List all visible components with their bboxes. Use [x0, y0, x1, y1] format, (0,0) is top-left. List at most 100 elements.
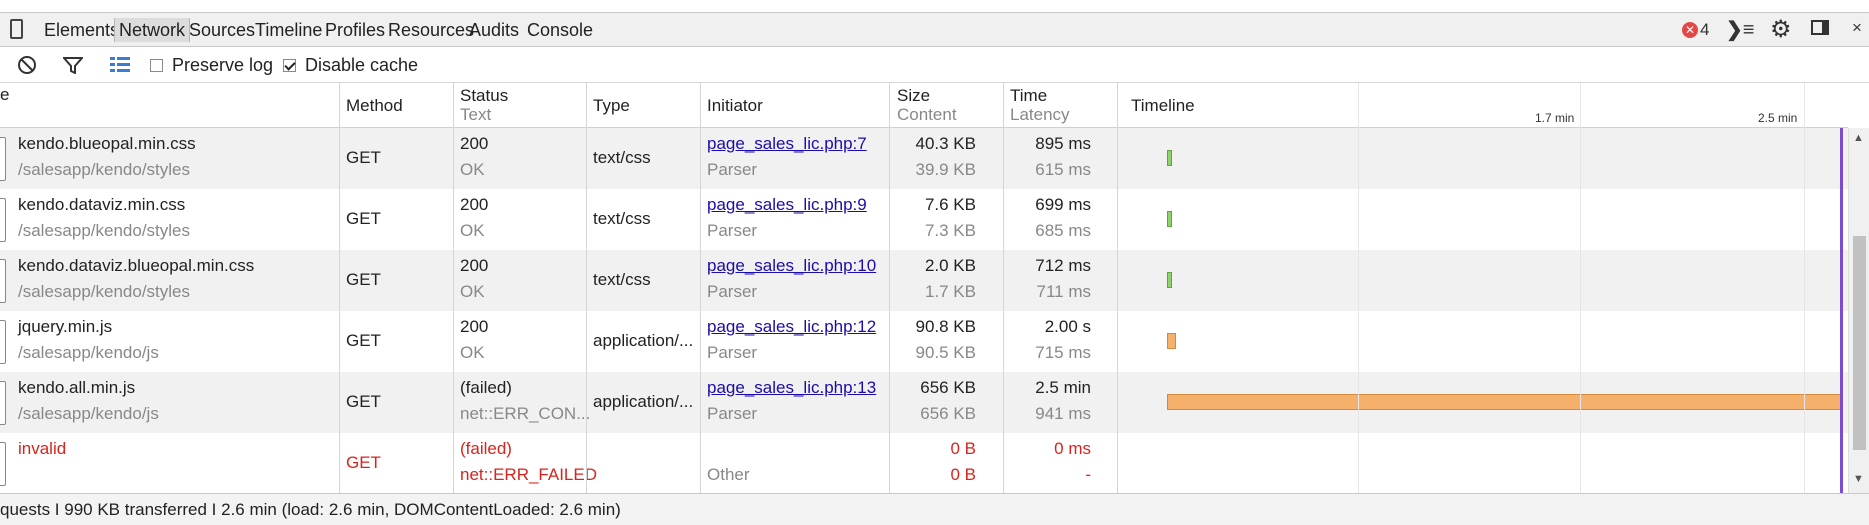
window-top-strip — [0, 0, 1869, 12]
column-divider[interactable] — [453, 83, 454, 493]
clear-icon[interactable] — [17, 55, 37, 75]
table-row[interactable]: kendo.dataviz.min.css/salesapp/kendo/sty… — [0, 189, 1848, 250]
request-initiator-link[interactable]: page_sales_lic.php:7 — [707, 134, 867, 154]
request-content-size: 1.7 KB — [924, 282, 976, 301]
request-initiator-type: Other — [707, 465, 750, 484]
table-row[interactable]: jquery.min.js/salesapp/kendo/js GET 200 OK a… — [0, 311, 1848, 372]
table-row[interactable]: kendo.blueopal.min.css/salesapp/kendo/st… — [0, 128, 1848, 189]
request-content-size: 90.5 KB — [915, 343, 977, 362]
disable-cache-checkbox[interactable] — [283, 59, 296, 72]
large-rows-icon[interactable] — [110, 57, 130, 72]
request-content-size: 39.9 KB — [915, 160, 977, 179]
table-row[interactable]: invalid GET (failed) net::ERR_FAILED Other 0 … — [0, 433, 1848, 494]
request-name[interactable]: kendo.dataviz.blueopal.min.css — [18, 256, 254, 276]
column-divider[interactable] — [889, 83, 890, 493]
column-header-status-sub[interactable]: Text — [460, 105, 491, 125]
request-latency: 685 ms — [1035, 221, 1091, 240]
request-status-text: net::ERR_FAILED — [460, 465, 598, 484]
request-name[interactable]: kendo.all.min.js — [18, 378, 135, 398]
column-header-type[interactable]: Type — [593, 96, 630, 116]
column-header-method[interactable]: Method — [346, 96, 403, 116]
column-header-size-sub[interactable]: Content — [897, 105, 957, 125]
column-header-time-sub[interactable]: Latency — [1010, 105, 1070, 125]
request-initiator-link[interactable]: page_sales_lic.php:10 — [707, 256, 876, 276]
file-icon — [0, 320, 6, 364]
tab-network[interactable]: Network — [114, 18, 191, 42]
request-type: text/css — [593, 148, 651, 167]
request-method: GET — [346, 392, 381, 411]
request-initiator-type: Parser — [707, 343, 758, 362]
request-latency: - — [1085, 465, 1091, 484]
file-icon — [0, 198, 6, 242]
request-size: 40.3 KB — [915, 134, 977, 153]
tab-audits[interactable]: Audits — [465, 18, 523, 42]
column-divider[interactable] — [586, 83, 587, 493]
tab-resources[interactable]: Resources — [384, 18, 478, 42]
table-row[interactable]: kendo.all.min.js/salesapp/kendo/js GET (fa… — [0, 372, 1848, 433]
filter-icon[interactable] — [63, 56, 83, 74]
error-icon[interactable]: ✕ — [1682, 22, 1698, 38]
request-path: /salesapp/kendo/styles — [18, 221, 190, 240]
request-status-code: 200 — [460, 256, 489, 275]
request-status-code: (failed) — [460, 378, 512, 397]
timeline-bar[interactable] — [1167, 150, 1172, 166]
request-content-size: 0 B — [950, 465, 976, 484]
column-header-name[interactable]: e — [0, 85, 9, 105]
scroll-down-arrow-icon[interactable]: ▼ — [1853, 473, 1864, 485]
preserve-log-checkbox[interactable] — [150, 59, 163, 72]
console-drawer-icon[interactable]: ❯≡ — [1726, 17, 1754, 42]
file-icon — [0, 137, 6, 181]
request-name[interactable]: kendo.blueopal.min.css — [18, 134, 196, 154]
column-divider[interactable] — [700, 83, 701, 493]
request-method: GET — [346, 270, 381, 289]
scrollbar-thumb[interactable] — [1853, 236, 1866, 450]
column-divider[interactable] — [1003, 83, 1004, 493]
file-icon — [0, 442, 6, 486]
request-initiator-link[interactable]: page_sales_lic.php:9 — [707, 195, 867, 215]
dom-content-loaded-marker — [1840, 128, 1843, 493]
column-header-initiator[interactable]: Initiator — [707, 96, 763, 116]
timeline-bar[interactable] — [1167, 394, 1841, 410]
column-header-status[interactable]: Status — [460, 86, 508, 106]
request-initiator-link[interactable]: page_sales_lic.php:12 — [707, 317, 876, 337]
request-size: 7.6 KB — [924, 195, 976, 214]
timeline-bar[interactable] — [1167, 272, 1172, 288]
request-time: 0 ms — [1054, 439, 1091, 458]
disable-cache-label[interactable]: Disable cache — [305, 55, 418, 76]
column-header-size[interactable]: Size — [897, 86, 930, 106]
tab-timeline[interactable]: Timeline — [251, 18, 326, 42]
column-header-time[interactable]: Time — [1010, 86, 1047, 106]
request-path: /salesapp/kendo/js — [18, 404, 159, 423]
tab-elements[interactable]: Elements — [40, 18, 123, 42]
settings-gear-icon[interactable]: ⚙ — [1770, 15, 1792, 44]
vertical-scrollbar[interactable]: ▲ ▼ — [1848, 128, 1869, 493]
request-name[interactable]: kendo.dataviz.min.css — [18, 195, 185, 215]
error-count[interactable]: 4 — [1700, 18, 1709, 42]
request-name[interactable]: invalid — [18, 439, 66, 459]
request-type: application/... — [593, 392, 694, 411]
request-method: GET — [346, 331, 381, 350]
timeline-tick-label: 1.7 min — [1535, 111, 1575, 125]
tab-sources[interactable]: Sources — [185, 18, 259, 42]
close-icon[interactable]: × — [1852, 18, 1862, 38]
tab-profiles[interactable]: Profiles — [321, 18, 389, 42]
request-initiator-link[interactable]: page_sales_lic.php:13 — [707, 378, 876, 398]
dock-side-icon[interactable] — [1811, 20, 1829, 35]
request-time: 2.00 s — [1044, 317, 1091, 336]
request-name[interactable]: jquery.min.js — [18, 317, 112, 337]
column-divider[interactable] — [339, 83, 340, 493]
request-size: 0 B — [950, 439, 976, 458]
device-mode-icon[interactable] — [10, 19, 23, 39]
tab-console[interactable]: Console — [523, 18, 597, 42]
table-row[interactable]: kendo.dataviz.blueopal.min.css/salesapp/… — [0, 250, 1848, 311]
request-time: 895 ms — [1035, 134, 1091, 153]
file-icon — [0, 259, 6, 303]
timeline-gridline — [1358, 83, 1359, 493]
timeline-bar[interactable] — [1167, 333, 1176, 349]
preserve-log-label[interactable]: Preserve log — [172, 55, 273, 76]
timeline-bar[interactable] — [1167, 211, 1172, 227]
request-status-text: OK — [460, 282, 485, 301]
column-header-timeline[interactable]: Timeline — [1131, 96, 1195, 116]
column-divider[interactable] — [1117, 83, 1118, 493]
scroll-up-arrow-icon[interactable]: ▲ — [1853, 132, 1864, 144]
